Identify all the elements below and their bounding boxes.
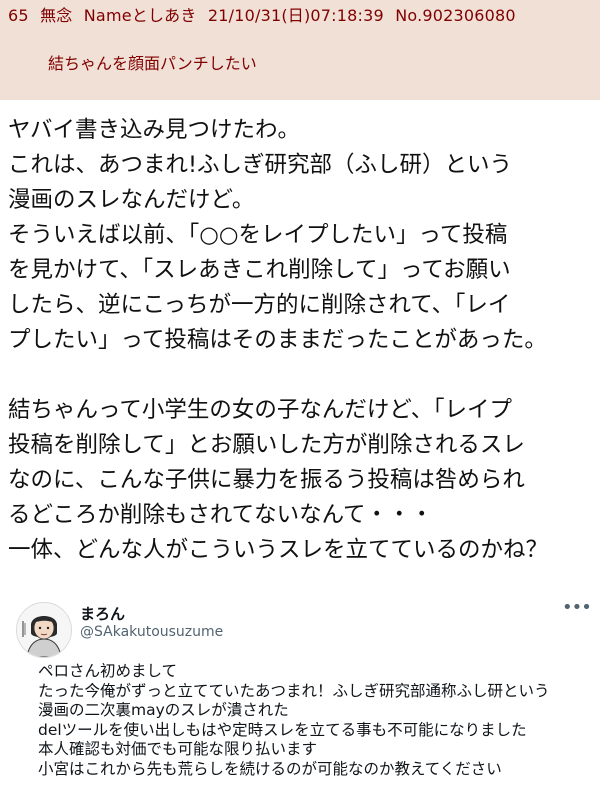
post-header-block: 65 無念 Nameとしあき 21/10/31(日)07:18:39 No.90… [0,0,600,100]
body-line: ヤバイ書き込み見つけたわ。 [8,117,301,143]
avatar[interactable] [16,602,72,658]
avatar-illustration-icon [17,603,71,657]
body-line: 漫画のスレなんだけど。 [8,187,255,213]
tweet-line: たった今俺がずっと立てていたあつまれ！ふしぎ研究部通称ふし研という [38,681,550,700]
post-comment: 結ちゃんを顔面パンチしたい [48,54,257,73]
post-subject: 無念 [40,6,73,25]
tweet-display-name[interactable]: まろん [80,603,125,624]
tweet-line: ペロさん初めまして [38,662,178,680]
tweet-line: 漫画の二次裏mayのスレが潰された [38,701,289,719]
tweet-handle[interactable]: @SAkakutousuzume [80,624,223,640]
post-number: 65 [8,6,29,25]
tweet-line: delツールを使い出しもはや定時スレを立てる事も不可能になりました [38,720,527,739]
body-line: 投稿を削除して」とお願いした方が削除されるスレ [8,432,525,458]
post-name: Nameとしあき [83,6,197,25]
body-text: ヤバイ書き込み見つけたわ。 これは、あつまれ!ふしぎ研究部（ふし研）という 漫画… [8,113,598,568]
body-line: したら、逆にこっちが一方的に削除されて、「レイ [8,292,511,318]
body-line: 結ちゃんって小学生の女の子なんだけど、「レイプ [8,397,513,423]
body-line: そういえば以前、「○○をレイプしたい」って投稿 [8,222,508,248]
body-line: 一体、どんな人がこういうスレを立てているのかね？ [8,537,549,563]
tweet-text: ペロさん初めまして たった今俺がずっと立てていたあつまれ！ふしぎ研究部通称ふし研… [38,662,598,779]
body-line: るどころか削除もされてないなんて・・・ [8,502,434,528]
more-horizontal-icon[interactable]: ••• [562,599,592,617]
body-line: プしたい」って投稿はそのままだったことがあった。 [8,327,547,353]
body-line-blank [8,358,598,393]
body-line: これは、あつまれ!ふしぎ研究部（ふし研）という [8,152,513,178]
tweet-card: まろん @SAkakutousuzume ••• ペロさん初めまして たった今俺… [0,592,600,800]
post-id-link[interactable]: No.902306080 [395,6,516,25]
tweet-line: 小宮はこれから先も荒らしを続けるのが可能なのか教えてください [38,759,502,778]
post-header: 65 無念 Nameとしあき 21/10/31(日)07:18:39 No.90… [8,2,516,26]
body-line: なのに、こんな子供に暴力を振るう投稿は咎められ [8,467,525,493]
body-line: を見かけて、「スレあきこれ削除して」ってお願い [8,257,511,283]
post-datetime: 21/10/31(日)07:18:39 [207,6,384,25]
tweet-line: 本人確認も対価でも可能な限り払います [38,740,318,758]
